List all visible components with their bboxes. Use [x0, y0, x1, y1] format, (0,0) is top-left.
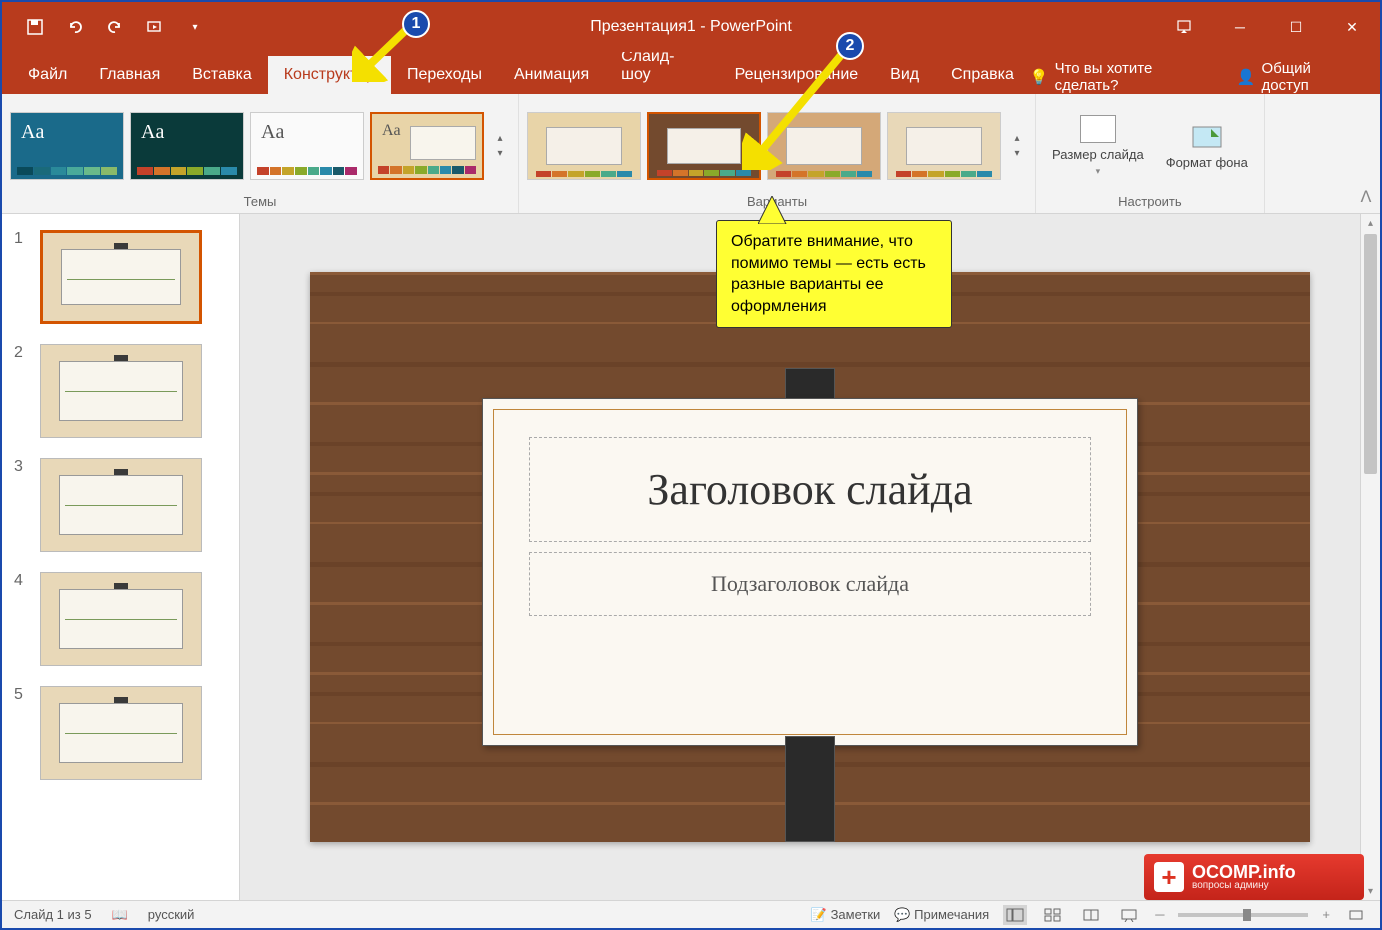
maximize-button[interactable]: ☐ [1268, 2, 1324, 52]
slide-clip-bottom [785, 736, 835, 842]
statusbar: Слайд 1 из 5 📖 русский 📝 Заметки 💬 Приме… [2, 900, 1380, 928]
tab-file[interactable]: Файл [12, 56, 83, 94]
slide-size-icon [1080, 115, 1116, 143]
collapse-ribbon-button[interactable]: ᐱ [1352, 94, 1380, 213]
notes-button[interactable]: 📝 Заметки [811, 907, 881, 923]
fit-to-window-button[interactable] [1344, 905, 1368, 925]
callout-tail [758, 196, 798, 224]
format-background-button[interactable]: Формат фона [1158, 119, 1256, 174]
annotation-arrow-2 [742, 50, 852, 170]
workarea: 1 2 3 4 [2, 214, 1380, 900]
tab-insert[interactable]: Вставка [176, 56, 267, 94]
language-indicator[interactable]: русский [148, 907, 195, 922]
customize-group: Размер слайда ▾ Формат фона Настроить [1036, 94, 1265, 213]
slide-counter[interactable]: Слайд 1 из 5 [14, 907, 92, 922]
ribbon-tabs: Файл Главная Вставка Конструктор Переход… [2, 52, 1380, 94]
sorter-view-button[interactable] [1041, 905, 1065, 925]
slideshow-view-button[interactable] [1117, 905, 1141, 925]
themes-group: Aa Aa Aa Aa ▴▾ Темы [2, 94, 519, 213]
theme-option-1[interactable]: Aa [10, 112, 124, 180]
scrollbar-thumb[interactable] [1364, 234, 1377, 474]
annotation-badge-1: 1 [402, 10, 430, 38]
tab-view[interactable]: Вид [874, 56, 935, 94]
share-button[interactable]: 👤 Общий доступ [1237, 60, 1360, 94]
slide-size-button[interactable]: Размер слайда ▾ [1044, 111, 1152, 181]
window-title: Презентация1 - PowerPoint [590, 18, 792, 36]
normal-view-button[interactable] [1003, 905, 1027, 925]
minimize-button[interactable]: ─ [1212, 2, 1268, 52]
theme-option-4[interactable]: Aa [370, 112, 484, 180]
slide-thumbnail-3[interactable]: 3 [14, 458, 227, 552]
watermark-title: OCOMP.info [1192, 863, 1296, 881]
slide-thumbnail-5[interactable]: 5 [14, 686, 227, 780]
watermark-subtitle: вопросы админу [1192, 881, 1296, 891]
quick-access-toolbar: ▾ [2, 14, 208, 40]
close-button[interactable]: ✕ [1324, 2, 1380, 52]
tab-help[interactable]: Справка [935, 56, 1030, 94]
themes-group-label: Темы [10, 192, 510, 211]
redo-button[interactable] [102, 14, 128, 40]
tell-me-search[interactable]: 💡 Что вы хотите сделать? [1030, 60, 1217, 94]
slides-panel[interactable]: 1 2 3 4 [2, 214, 240, 900]
save-button[interactable] [22, 14, 48, 40]
slide-canvas: Заголовок слайда Подзаголовок слайда [310, 272, 1310, 842]
lightbulb-icon: 💡 [1030, 68, 1049, 86]
customize-group-label: Настроить [1044, 192, 1256, 211]
theme-option-2[interactable]: Aa [130, 112, 244, 180]
qat-customize-dropdown[interactable]: ▾ [182, 14, 208, 40]
ribbon-options-button[interactable] [1156, 2, 1212, 52]
share-icon: 👤 [1237, 68, 1256, 86]
annotation-callout: Обратите внимание, что помимо темы — ест… [716, 220, 952, 328]
titlebar: ▾ Презентация1 - PowerPoint ─ ☐ ✕ [2, 2, 1380, 52]
annotation-badge-2: 2 [836, 32, 864, 60]
variant-option-1[interactable] [527, 112, 641, 180]
watermark-plus-icon: + [1154, 862, 1184, 892]
reading-view-button[interactable] [1079, 905, 1103, 925]
slide-card: Заголовок слайда Подзаголовок слайда [482, 398, 1138, 746]
zoom-slider[interactable] [1178, 913, 1308, 917]
window-controls: ─ ☐ ✕ [1156, 2, 1380, 52]
theme-option-3[interactable]: Aa [250, 112, 364, 180]
themes-more-button[interactable]: ▴▾ [490, 133, 510, 159]
start-from-beginning-button[interactable] [142, 14, 168, 40]
vertical-scrollbar[interactable]: ▴ ▾ [1360, 214, 1380, 900]
comments-button[interactable]: 💬 Примечания [894, 907, 989, 923]
slide-thumbnail-2[interactable]: 2 [14, 344, 227, 438]
variants-more-button[interactable]: ▴▾ [1007, 133, 1027, 159]
slide-thumbnail-4[interactable]: 4 [14, 572, 227, 666]
tab-animations[interactable]: Анимация [498, 56, 605, 94]
spellcheck-icon[interactable]: 📖 [112, 907, 128, 923]
watermark: + OCOMP.info вопросы админу [1144, 854, 1364, 900]
tab-home[interactable]: Главная [83, 56, 176, 94]
format-bg-icon [1189, 123, 1225, 151]
slide-thumbnail-1[interactable]: 1 [14, 230, 227, 324]
ribbon: Aa Aa Aa Aa ▴▾ Темы ▴▾ Варианты Размер с… [2, 94, 1380, 214]
undo-button[interactable] [62, 14, 88, 40]
variant-option-4[interactable] [887, 112, 1001, 180]
